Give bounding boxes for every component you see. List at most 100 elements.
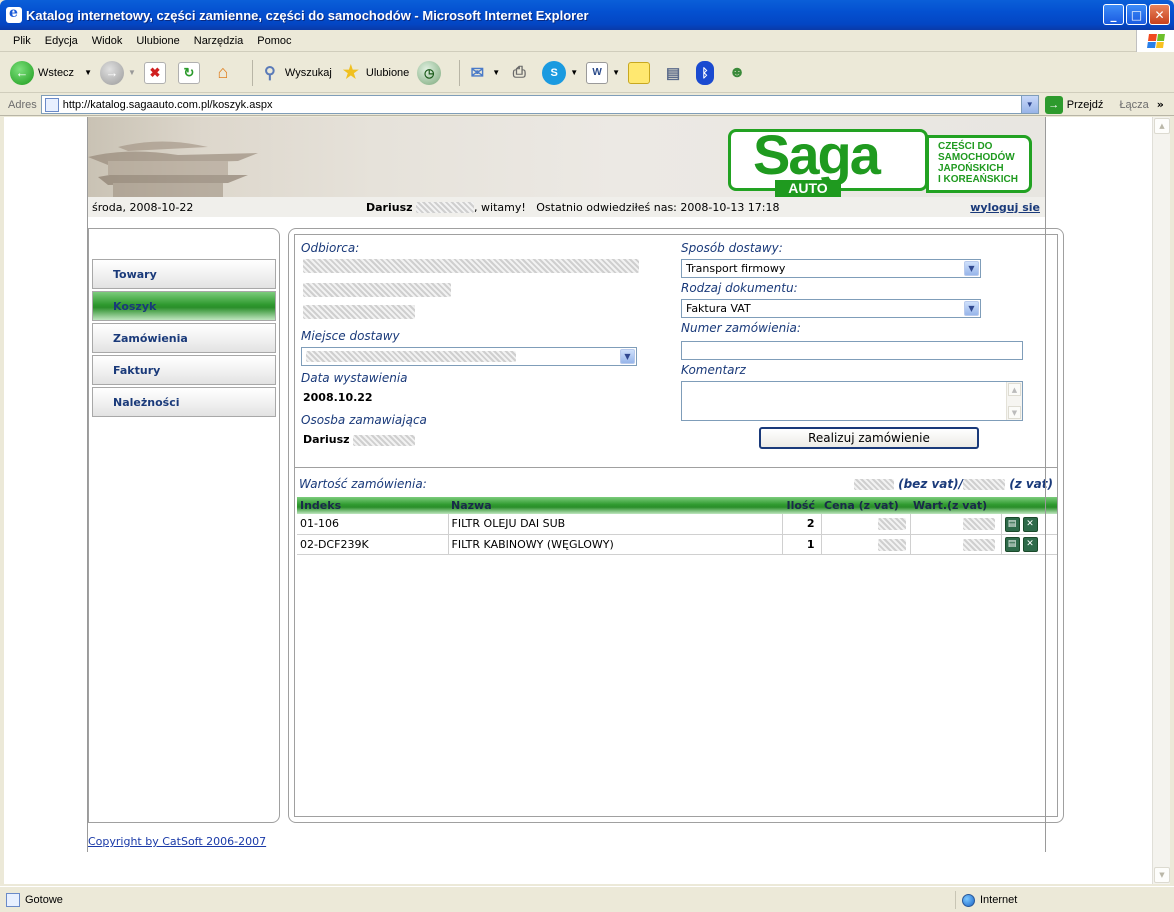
note-button[interactable] [628, 61, 654, 84]
delete-icon[interactable]: ✕ [1022, 537, 1038, 552]
links-toolbar[interactable]: Łącza [1119, 99, 1148, 111]
skype-button[interactable]: S ▼ [542, 60, 578, 85]
messenger-button[interactable]: ☻ [726, 62, 752, 84]
scroll-down-icon[interactable]: ▼ [1154, 867, 1170, 883]
chevron-right-icon[interactable]: » [1157, 98, 1164, 111]
chevron-down-icon: ▼ [964, 301, 979, 316]
menu-view[interactable]: Widok [85, 35, 130, 47]
cart-panel: Odbiorca: Miejsce dostawy ▼ Data wystawi… [288, 228, 1064, 823]
orderer-label: Ososba zamawiająca [301, 413, 427, 427]
research-icon: ▤ [665, 64, 681, 82]
column-header-name: Nazwa [448, 497, 782, 514]
home-button[interactable]: ⌂ [212, 62, 238, 84]
bluetooth-button[interactable]: ᛒ [696, 60, 718, 85]
word-icon: W [586, 61, 609, 84]
orderer-value: Dariusz [303, 433, 416, 446]
column-header-actions [1001, 497, 1057, 514]
search-button[interactable]: ⚲ Wyszukaj [259, 62, 332, 84]
back-arrow-icon: ← [10, 60, 34, 85]
minimize-button[interactable]: _ [1103, 4, 1124, 25]
address-bar: Adres http://katalog.sagaauto.com.pl/kos… [0, 94, 1174, 116]
messenger-icon: ☻ [728, 63, 746, 81]
star-icon: ★ [342, 62, 359, 82]
back-button[interactable]: ← Wstecz ▼ [10, 60, 92, 85]
order-number-input[interactable] [681, 341, 1023, 360]
cart-table: Indeks Nazwa Ilość Cena (z vat) Wart.(z … [297, 497, 1057, 555]
menu-favorites[interactable]: Ulubione [129, 35, 186, 47]
search-icon: ⚲ [264, 64, 276, 82]
menu-file[interactable]: Plik [6, 35, 38, 47]
scroll-up-icon[interactable]: ▲ [1154, 118, 1170, 134]
nav-item-towary[interactable]: Towary [92, 259, 276, 289]
doc-type-select[interactable]: Faktura VAT ▼ [681, 299, 981, 318]
stop-button[interactable]: ✖ [143, 61, 170, 84]
delete-icon[interactable]: ✕ [1022, 516, 1038, 532]
recipient-line-3 [303, 305, 415, 319]
delivery-method-select[interactable]: Transport firmowy ▼ [681, 259, 981, 278]
edit-icon[interactable]: ▤ [1004, 537, 1020, 552]
back-dropdown-icon[interactable]: ▼ [84, 68, 92, 77]
chevron-down-icon: ▼ [964, 261, 979, 276]
nav-item-faktury[interactable]: Faktury [92, 355, 276, 385]
chevron-down-icon: ▼ [620, 349, 635, 364]
edit-button[interactable]: W ▼ [586, 61, 620, 84]
history-button[interactable]: ◷ [417, 60, 445, 85]
close-button[interactable]: ✕ [1149, 4, 1170, 25]
row-name: FILTR OLEJU DAI SUB [448, 514, 783, 535]
row-index: 01-106 [297, 514, 449, 535]
column-header-qty: Ilość [782, 497, 821, 514]
issue-date-value: 2008.10.22 [303, 391, 373, 404]
bluetooth-icon: ᛒ [696, 60, 715, 85]
mail-button[interactable]: ✉ ▼ [466, 62, 501, 84]
favorites-button[interactable]: ★ Ulubione [340, 62, 410, 84]
print-icon: ⎙ [512, 63, 526, 81]
address-dropdown-icon[interactable]: ▼ [1020, 96, 1038, 113]
row-name: FILTR KABINOWY (WĘGLOWY) [448, 534, 783, 555]
menu-help[interactable]: Pomoc [250, 35, 298, 47]
skype-dropdown-icon[interactable]: ▼ [570, 68, 578, 77]
page-icon [44, 97, 59, 112]
pagoda-image [88, 141, 258, 197]
address-input[interactable]: http://katalog.sagaauto.com.pl/koszyk.as… [40, 95, 1039, 114]
security-zone: Internet [955, 891, 1017, 909]
refresh-button[interactable]: ↻ [177, 61, 204, 84]
menu-edit[interactable]: Edycja [38, 35, 85, 47]
order-value-amount: (bez vat)/ (z vat) [853, 477, 1053, 491]
forward-button[interactable]: → ▼ [99, 60, 136, 85]
edit-dropdown-icon[interactable]: ▼ [612, 68, 620, 77]
copyright-link[interactable]: Copyright by CatSoft 2006-2007 [88, 835, 266, 848]
recipient-label: Odbiorca: [301, 241, 360, 255]
go-button[interactable]: → Przejdź [1044, 95, 1103, 114]
history-icon: ◷ [417, 60, 442, 85]
delivery-place-select[interactable]: ▼ [301, 347, 637, 366]
print-button[interactable]: ⎙ [508, 62, 534, 84]
comment-textarea[interactable]: ▲ ▼ [681, 381, 1023, 421]
mail-dropdown-icon[interactable]: ▼ [492, 68, 500, 77]
table-row: 02-DCF239K FILTR KABINOWY (WĘGLOWY) 1 ▤ ✕ [297, 534, 1057, 555]
ie-icon [6, 5, 22, 23]
issue-date-label: Data wystawienia [301, 371, 408, 385]
welcome-text: Dariusz , witamy! Ostatnio odwiedziłeś n… [366, 200, 780, 214]
row-price [821, 534, 911, 555]
menu-tools[interactable]: Narzędzia [187, 35, 251, 47]
maximize-button[interactable]: □ [1126, 4, 1147, 25]
browser-viewport: Saga AUTO CZĘŚCI DO SAMOCHODÓW JAPOŃSKIC… [4, 117, 1154, 884]
logout-link[interactable]: wyloguj sie [970, 201, 1040, 214]
address-label: Adres [8, 98, 37, 111]
stop-icon: ✖ [143, 61, 166, 84]
nav-item-koszyk[interactable]: Koszyk [92, 291, 276, 321]
current-date: środa, 2008-10-22 [92, 200, 194, 214]
vertical-scrollbar[interactable]: ▲ ▼ [1152, 117, 1170, 884]
nav-item-zamowienia[interactable]: Zamówienia [92, 323, 276, 353]
research-button[interactable]: ▤ [662, 62, 688, 84]
forward-dropdown-icon[interactable]: ▼ [128, 68, 136, 77]
row-price [821, 514, 911, 535]
status-bar: Gotowe Internet [0, 886, 1174, 912]
submit-order-button[interactable]: Realizuj zamówienie [759, 427, 979, 449]
row-actions: ▤ ✕ [1001, 514, 1057, 535]
comment-scrollbar[interactable]: ▲ ▼ [1006, 382, 1022, 420]
left-navigation: Towary Koszyk Zamówienia Faktury Należno… [88, 228, 280, 823]
recipient-line-2 [303, 283, 451, 297]
nav-item-naleznosci[interactable]: Należności [92, 387, 276, 417]
edit-icon[interactable]: ▤ [1004, 516, 1020, 532]
